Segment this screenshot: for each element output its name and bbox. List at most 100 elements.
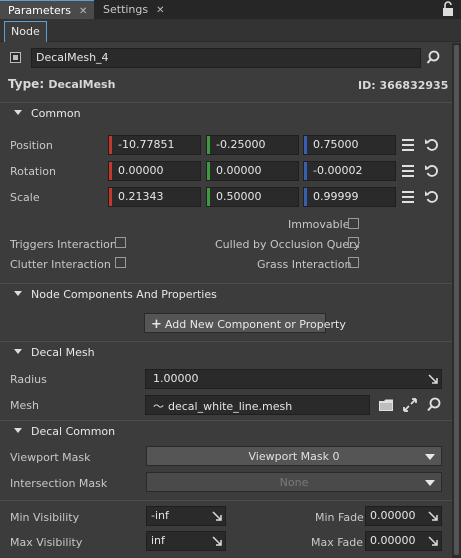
radius-value: 1.00000 <box>153 372 199 385</box>
min-fade-field[interactable]: 0.00000 <box>365 506 442 526</box>
close-icon[interactable]: ✕ <box>156 5 164 16</box>
scale-z-value: 0.99999 <box>313 190 359 203</box>
position-label: Position <box>10 139 53 152</box>
scale-label: Scale <box>10 191 40 204</box>
position-y-value: -0.25000 <box>216 138 266 151</box>
id-label: ID: <box>358 79 376 92</box>
drag-slider-icon <box>428 511 438 521</box>
z-axis-marker <box>304 188 307 206</box>
y-axis-marker <box>207 136 210 154</box>
immovable-checkbox[interactable] <box>348 218 359 229</box>
max-visibility-field[interactable]: inf <box>146 531 226 551</box>
y-axis-marker <box>207 188 210 206</box>
lock-icon[interactable] <box>441 1 455 17</box>
menu-icon[interactable] <box>400 163 416 179</box>
id-value: 366832935 <box>379 79 449 92</box>
scale-x-field[interactable]: 0.21343 <box>108 187 201 207</box>
max-fade-field[interactable]: 0.00000 <box>365 531 442 551</box>
radius-field[interactable]: 1.00000 <box>145 369 442 389</box>
culled-by-occlusion-label: Culled by Occlusion Query <box>215 238 361 251</box>
min-visibility-label: Min Visibility <box>10 511 80 524</box>
grass-interaction-checkbox[interactable] <box>348 257 359 268</box>
tab-settings-label: Settings <box>103 3 149 16</box>
reset-icon[interactable] <box>424 163 440 179</box>
scale-y-field[interactable]: 0.50000 <box>206 187 299 207</box>
position-z-value: 0.75000 <box>313 138 359 151</box>
section-decal-mesh[interactable]: Decal Mesh <box>0 341 452 363</box>
tab-parameters-label: Parameters <box>8 4 71 17</box>
mesh-file-icon: 〜 <box>153 400 164 413</box>
culled-by-occlusion-checkbox[interactable] <box>348 237 359 248</box>
position-x-value: -10.77851 <box>118 138 175 151</box>
rotation-z-value: -0.00002 <box>313 164 363 177</box>
clutter-interaction-label: Clutter Interaction <box>10 258 111 271</box>
section-title: Decal Common <box>31 425 116 438</box>
tab-parameters[interactable]: Parameters ✕ <box>0 0 94 19</box>
menu-icon[interactable] <box>400 189 416 205</box>
min-fade-value: 0.00000 <box>370 509 416 522</box>
add-component-button[interactable]: + Add New Component or Property <box>144 313 346 333</box>
close-icon[interactable]: ✕ <box>79 6 87 17</box>
rotation-x-field[interactable]: 0.00000 <box>108 161 201 181</box>
chevron-down-icon <box>425 454 435 460</box>
rotation-x-value: 0.00000 <box>118 164 164 177</box>
expand-icon[interactable] <box>402 397 418 413</box>
reset-icon[interactable] <box>424 189 440 205</box>
tab-node[interactable]: Node <box>4 21 47 42</box>
grass-interaction-label: Grass Interaction <box>257 258 352 271</box>
drag-slider-icon <box>428 536 438 546</box>
add-component-label: Add New Component or Property <box>164 318 346 331</box>
search-icon[interactable] <box>426 50 442 66</box>
reset-icon[interactable] <box>424 137 440 153</box>
rotation-y-field[interactable]: 0.00000 <box>206 161 299 181</box>
z-axis-marker <box>304 136 307 154</box>
max-visibility-value: inf <box>151 534 165 547</box>
menu-icon[interactable] <box>400 137 416 153</box>
section-common[interactable]: Common <box>0 102 452 124</box>
intersection-mask-value: None <box>279 476 309 489</box>
z-axis-marker <box>304 162 307 180</box>
section-title: Decal Mesh <box>31 346 95 359</box>
tab-settings[interactable]: Settings ✕ <box>95 0 173 19</box>
section-node-components[interactable]: Node Components And Properties <box>0 283 452 305</box>
collapse-arrow-icon <box>14 110 22 115</box>
x-axis-marker <box>109 136 112 154</box>
mesh-label: Mesh <box>10 399 39 412</box>
node-enabled-checkbox[interactable] <box>10 52 21 63</box>
rotation-y-value: 0.00000 <box>216 164 262 177</box>
intersection-mask-dropdown[interactable]: None <box>146 472 442 492</box>
max-fade-value: 0.00000 <box>370 534 416 547</box>
immovable-label: Immovable <box>288 218 350 231</box>
x-axis-marker <box>109 188 112 206</box>
node-type: Type: DecalMesh <box>8 77 115 91</box>
rotation-z-field[interactable]: -0.00002 <box>303 161 396 181</box>
min-visibility-value: -inf <box>151 509 169 522</box>
scrollbar-thumb[interactable] <box>454 45 459 555</box>
node-name-input[interactable]: DecalMesh_4 <box>31 48 421 68</box>
min-visibility-field[interactable]: -inf <box>146 506 226 526</box>
mesh-path-field[interactable]: 〜 decal_white_line.mesh <box>145 395 370 415</box>
type-value: DecalMesh <box>48 78 116 91</box>
clutter-interaction-checkbox[interactable] <box>115 257 126 268</box>
position-y-field[interactable]: -0.25000 <box>206 135 299 155</box>
subtab-bar <box>0 19 461 42</box>
chevron-down-icon <box>425 480 435 486</box>
radius-label: Radius <box>10 373 47 386</box>
collapse-arrow-icon <box>14 349 22 354</box>
collapse-arrow-icon <box>14 291 22 296</box>
viewport-mask-value: Viewport Mask 0 <box>248 450 340 463</box>
node-id: ID: 366832935 <box>358 79 448 92</box>
position-z-field[interactable]: 0.75000 <box>303 135 396 155</box>
scale-z-field[interactable]: 0.99999 <box>303 187 396 207</box>
folder-icon[interactable] <box>378 397 394 413</box>
mesh-path-value: decal_white_line.mesh <box>168 400 293 413</box>
intersection-mask-label: Intersection Mask <box>10 477 108 490</box>
divider <box>0 500 452 501</box>
triggers-interaction-checkbox[interactable] <box>115 237 126 248</box>
viewport-mask-dropdown[interactable]: Viewport Mask 0 <box>146 446 442 466</box>
max-visibility-label: Max Visibility <box>10 536 83 549</box>
drag-slider-icon <box>212 536 222 546</box>
section-decal-common[interactable]: Decal Common <box>0 420 452 442</box>
search-icon[interactable] <box>426 397 442 413</box>
position-x-field[interactable]: -10.77851 <box>108 135 201 155</box>
